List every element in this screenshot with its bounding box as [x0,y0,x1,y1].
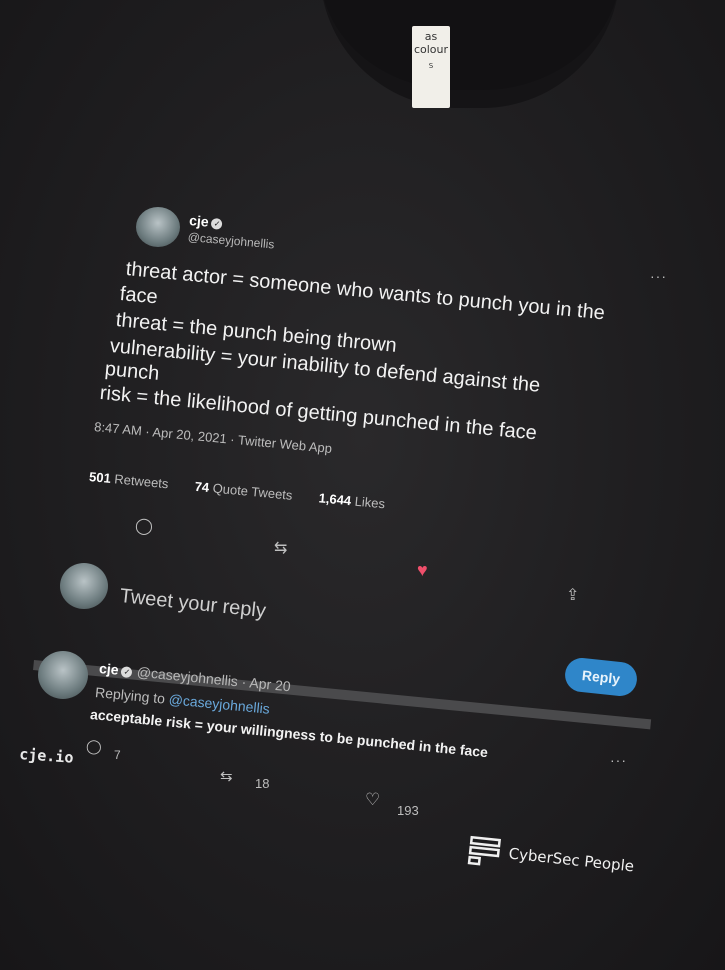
likes-stat[interactable]: 1,644 Likes [318,490,386,511]
reply-icon[interactable]: ◯ [135,516,153,536]
reply-input[interactable]: Tweet your reply [119,585,267,623]
user-avatar [60,563,108,609]
reply-more-options-icon[interactable]: ··· [610,752,627,768]
tweet-line: face [118,283,159,309]
quotes-stat[interactable]: 74 Quote Tweets [194,479,293,503]
reply-retweet-count: 18 [255,776,270,791]
logo-text: CyberSec People [507,844,635,876]
reply-comment-icon[interactable]: ◯ [86,738,102,755]
reply-comment-count: 7 [114,748,121,762]
like-icon[interactable]: ♥ [417,560,428,581]
cybersec-people-logo: CyberSec People [467,835,636,882]
tweet-stats: 501 Retweets 74 Quote Tweets 1,644 Likes [88,468,407,515]
reply-author-name: cje [98,660,120,678]
tweet-print: cje ✓ @caseyjohnellis ··· threat actor = … [0,0,725,970]
retweets-stat[interactable]: 501 Retweets [89,469,170,491]
tweet-line: punch [103,358,161,385]
replying-to-label: Replying to [94,684,166,707]
author-avatar [136,207,180,247]
more-options-icon[interactable]: ··· [650,268,667,284]
share-icon[interactable]: ⇪ [566,585,579,605]
reply-text: acceptable risk = your willingness to be… [89,706,489,761]
tweet-line: threat actor = someone who wants to punc… [124,258,606,325]
reply-button[interactable]: Reply [563,656,639,698]
verified-icon: ✓ [120,666,133,679]
reply-retweet-icon[interactable]: ⇆ [220,767,233,785]
tweet-timestamp[interactable]: 8:47 AM · Apr 20, 2021 · Twitter Web App [94,419,333,456]
cybersec-logo-icon [467,835,502,866]
reply-like-count: 193 [397,803,419,818]
retweet-icon[interactable]: ⇆ [274,538,287,558]
replying-to-link[interactable]: @caseyjohnellis [168,691,270,717]
site-url: cje.io [18,745,75,767]
reply-author-avatar [38,651,88,699]
verified-icon: ✓ [211,217,223,230]
reply-like-icon[interactable]: ♡ [365,790,380,810]
author-name: cje [188,212,210,230]
